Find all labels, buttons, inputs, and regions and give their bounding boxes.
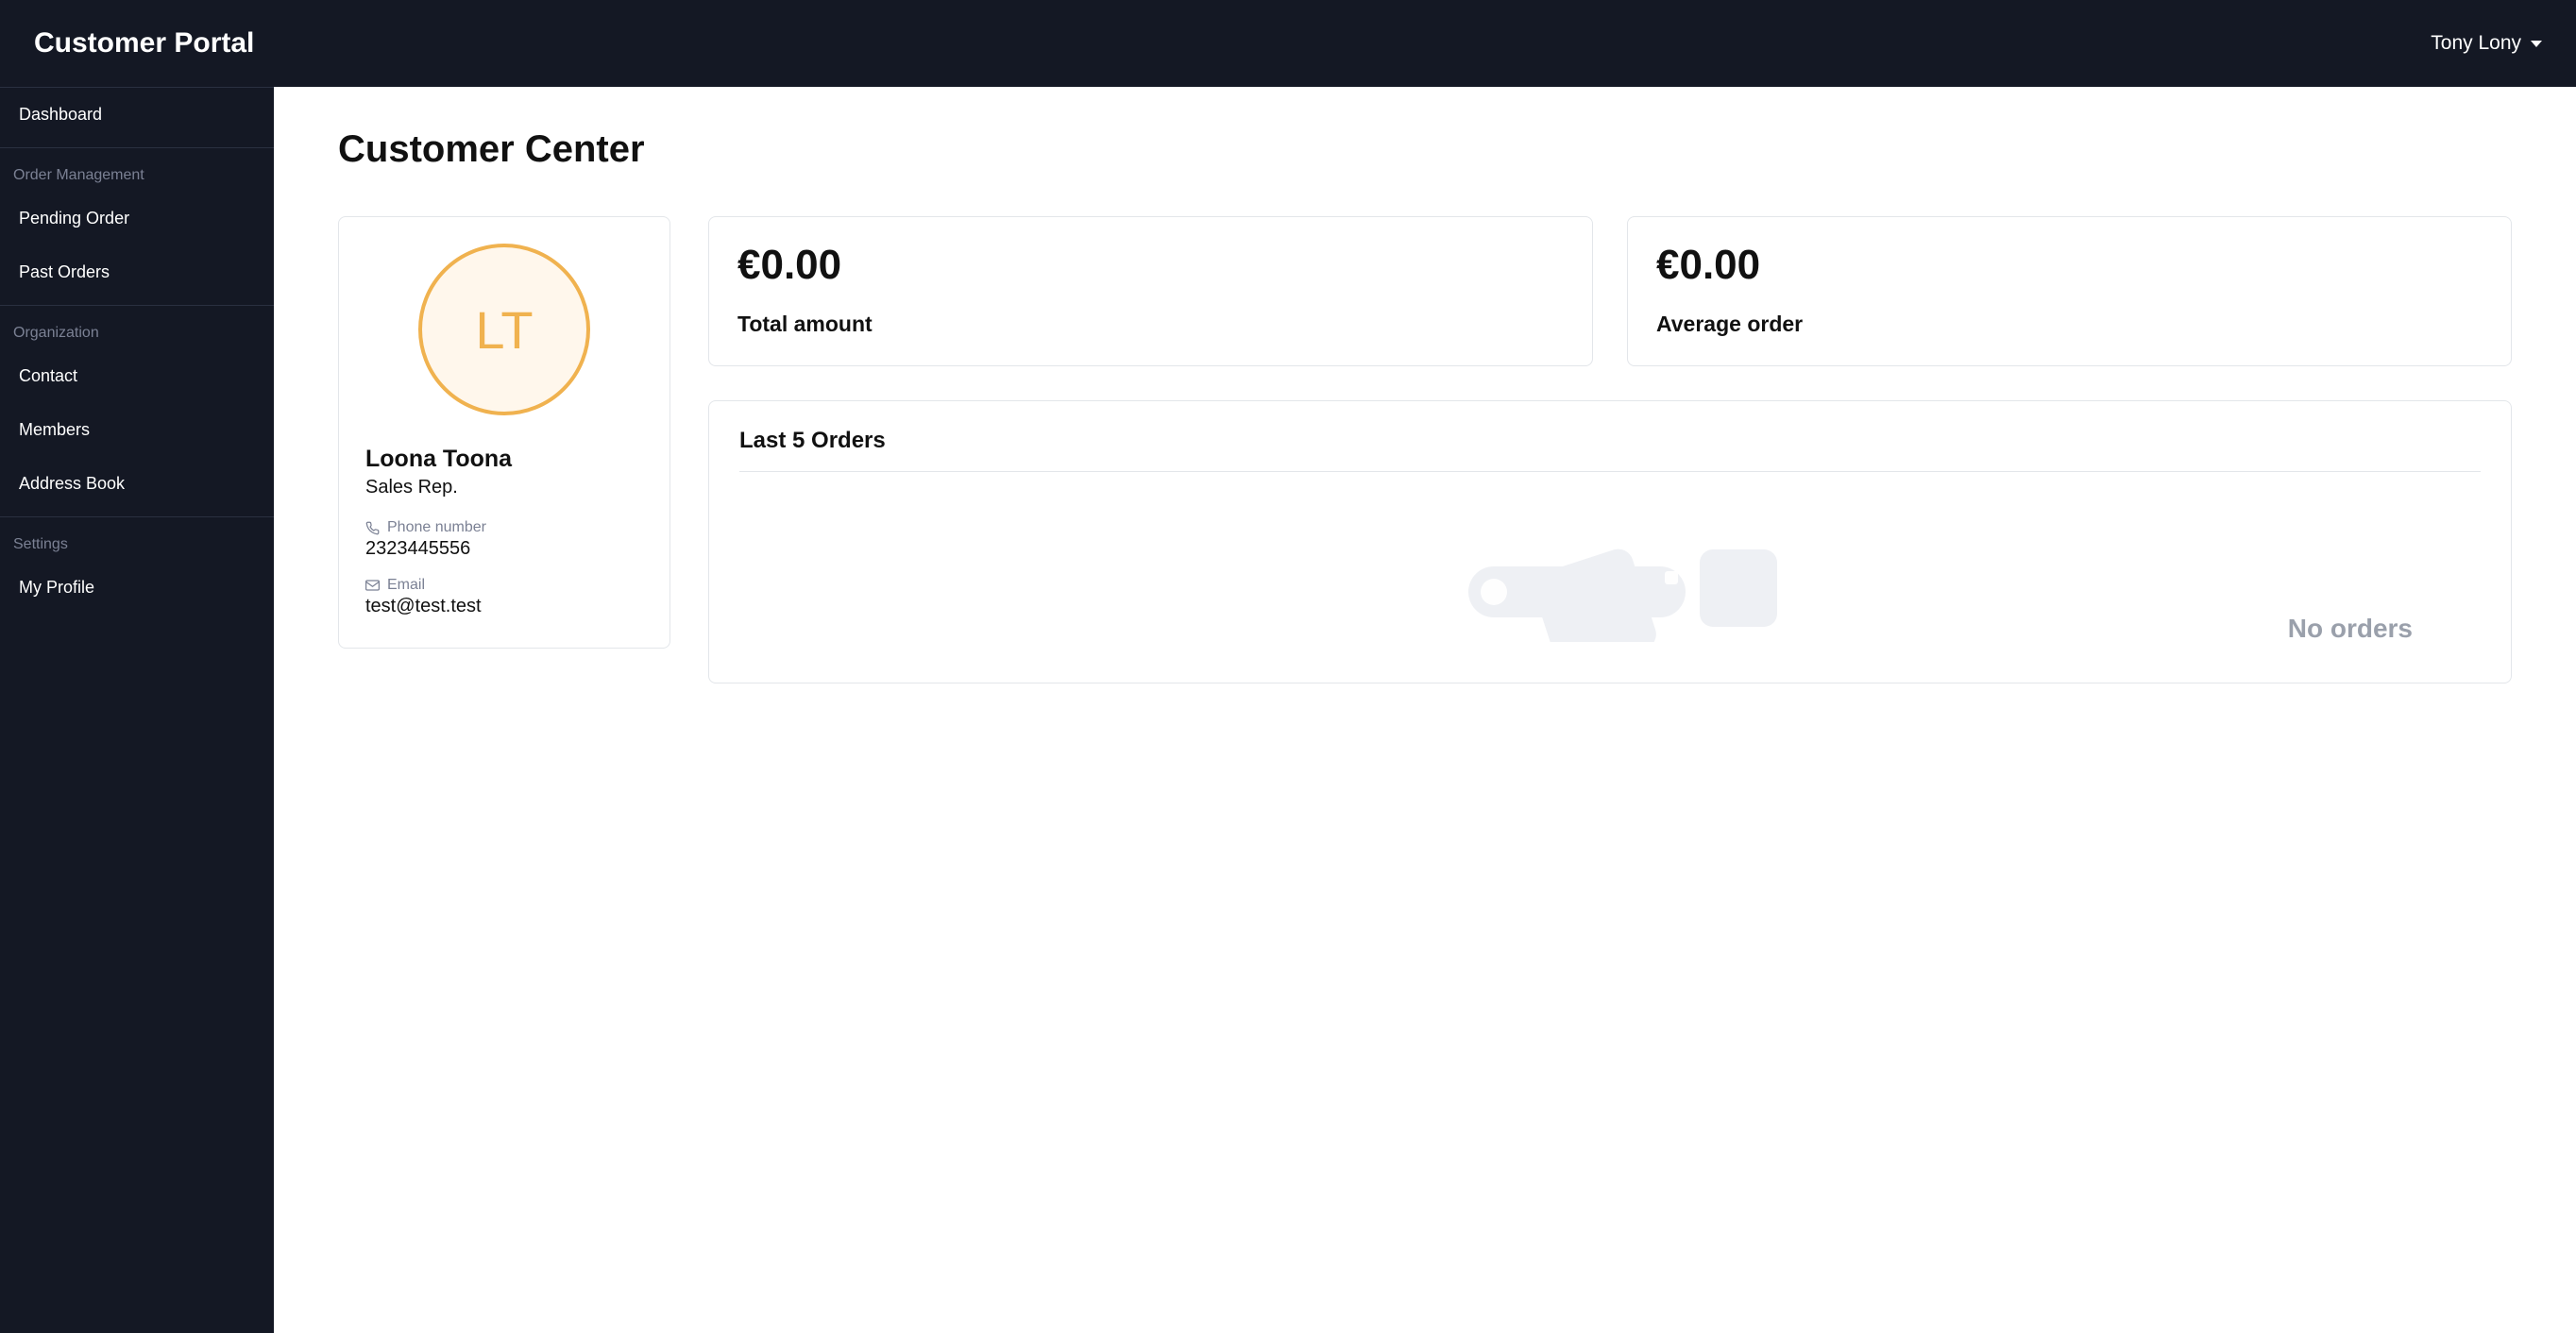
chevron-down-icon [2531, 41, 2542, 47]
stat-value: €0.00 [1656, 242, 2483, 289]
empty-orders-text: No orders [2288, 614, 2413, 642]
sidebar-item-past-orders[interactable]: Past Orders [0, 245, 274, 299]
sidebar-item-address-book[interactable]: Address Book [0, 457, 274, 511]
sidebar-item-pending-order[interactable]: Pending Order [0, 192, 274, 245]
last-orders-card: Last 5 Orders [708, 400, 2512, 683]
mail-icon [365, 580, 380, 591]
sidebar-section-order-management: Order Management [0, 154, 274, 192]
phone-label-row: Phone number [365, 519, 643, 536]
avatar: LT [418, 244, 590, 415]
header: Customer Portal Tony Lony [0, 0, 2576, 87]
rep-name: Loona Toona [365, 446, 643, 473]
sidebar-item-my-profile[interactable]: My Profile [0, 561, 274, 615]
phone-value: 2323445556 [365, 538, 643, 560]
sidebar: Dashboard Order Management Pending Order… [0, 87, 274, 1333]
sales-rep-card: LT Loona Toona Sales Rep. Phone number 2… [338, 216, 670, 649]
sidebar-item-contact[interactable]: Contact [0, 349, 274, 403]
sidebar-item-dashboard[interactable]: Dashboard [0, 88, 274, 142]
orders-heading: Last 5 Orders [739, 428, 2481, 454]
app-title: Customer Portal [34, 27, 254, 59]
phone-icon [365, 521, 380, 535]
page-title: Customer Center [338, 128, 2512, 171]
stat-total-amount: €0.00 Total amount [708, 216, 1593, 366]
divider [0, 147, 274, 148]
main-content: Customer Center LT Loona Toona Sales Rep… [274, 87, 2576, 1333]
stat-value: €0.00 [737, 242, 1564, 289]
sidebar-section-settings: Settings [0, 523, 274, 561]
email-value: test@test.test [365, 596, 643, 617]
divider [0, 516, 274, 517]
email-label-row: Email [365, 577, 643, 594]
user-name: Tony Lony [2431, 32, 2521, 55]
phone-label: Phone number [387, 519, 486, 536]
sidebar-section-organization: Organization [0, 312, 274, 349]
stat-label: Total amount [737, 312, 1564, 337]
stat-label: Average order [1656, 312, 2483, 337]
sidebar-item-members[interactable]: Members [0, 403, 274, 457]
rep-role: Sales Rep. [365, 477, 643, 498]
user-menu[interactable]: Tony Lony [2431, 32, 2542, 55]
divider [0, 305, 274, 306]
empty-orders-illustration-icon [1431, 500, 1789, 642]
stat-average-order: €0.00 Average order [1627, 216, 2512, 366]
email-label: Email [387, 577, 425, 594]
